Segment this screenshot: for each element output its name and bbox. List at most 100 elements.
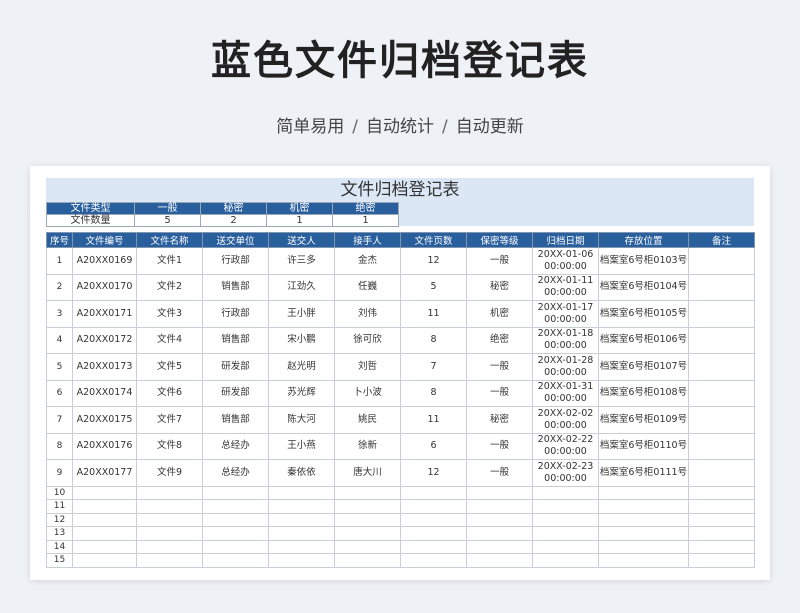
- table-cell[interactable]: [400, 526, 467, 541]
- table-cell[interactable]: 王小燕: [268, 432, 335, 460]
- column-header[interactable]: 文件编号: [72, 232, 137, 248]
- table-cell[interactable]: [400, 485, 467, 500]
- table-cell[interactable]: [202, 499, 269, 514]
- table-cell[interactable]: 7: [46, 406, 73, 434]
- table-cell[interactable]: 8: [400, 326, 467, 354]
- table-cell[interactable]: A20XX0175: [72, 406, 137, 434]
- table-cell[interactable]: 一般: [466, 432, 533, 460]
- table-cell[interactable]: 文件6: [136, 379, 203, 407]
- summary-value-cell[interactable]: 1: [332, 214, 399, 227]
- table-cell[interactable]: [334, 539, 401, 554]
- table-cell[interactable]: 宋小鹏: [268, 326, 335, 354]
- table-cell[interactable]: 文件5: [136, 353, 203, 381]
- table-cell[interactable]: 研发部: [202, 353, 269, 381]
- table-cell[interactable]: [688, 300, 755, 328]
- table-cell[interactable]: [136, 539, 203, 554]
- table-cell[interactable]: [136, 553, 203, 568]
- table-cell[interactable]: 20XX-01-11 00:00:00: [532, 273, 599, 301]
- table-cell[interactable]: [532, 539, 599, 554]
- table-cell[interactable]: [598, 526, 689, 541]
- table-cell[interactable]: [268, 526, 335, 541]
- table-cell[interactable]: 13: [46, 526, 73, 541]
- table-cell[interactable]: 档案室6号柜0105号: [598, 300, 689, 328]
- table-cell[interactable]: [72, 512, 137, 527]
- table-cell[interactable]: [334, 526, 401, 541]
- table-cell[interactable]: 4: [46, 326, 73, 354]
- table-cell[interactable]: [136, 512, 203, 527]
- table-cell[interactable]: [688, 432, 755, 460]
- table-cell[interactable]: 12: [46, 512, 73, 527]
- table-cell[interactable]: [598, 499, 689, 514]
- table-cell[interactable]: [688, 512, 755, 527]
- table-cell[interactable]: 档案室6号柜0111号: [598, 459, 689, 487]
- table-cell[interactable]: A20XX0171: [72, 300, 137, 328]
- column-header[interactable]: 归档日期: [532, 232, 599, 248]
- table-cell[interactable]: 文件2: [136, 273, 203, 301]
- table-cell[interactable]: 文件4: [136, 326, 203, 354]
- table-cell[interactable]: [72, 499, 137, 514]
- table-cell[interactable]: [532, 512, 599, 527]
- table-cell[interactable]: 3: [46, 300, 73, 328]
- table-cell[interactable]: [202, 539, 269, 554]
- table-cell[interactable]: 行政部: [202, 300, 269, 328]
- table-cell[interactable]: 20XX-02-23 00:00:00: [532, 459, 599, 487]
- summary-header-cell[interactable]: 文件类型: [46, 202, 135, 215]
- table-cell[interactable]: 20XX-01-31 00:00:00: [532, 379, 599, 407]
- table-cell[interactable]: 销售部: [202, 273, 269, 301]
- table-cell[interactable]: [72, 539, 137, 554]
- table-cell[interactable]: 机密: [466, 300, 533, 328]
- table-cell[interactable]: [334, 499, 401, 514]
- table-cell[interactable]: 15: [46, 553, 73, 568]
- table-cell[interactable]: [466, 526, 533, 541]
- table-cell[interactable]: 研发部: [202, 379, 269, 407]
- table-cell[interactable]: 2: [46, 273, 73, 301]
- table-cell[interactable]: 20XX-01-17 00:00:00: [532, 300, 599, 328]
- table-cell[interactable]: 江劲久: [268, 273, 335, 301]
- sheet-title[interactable]: 文件归档登记表: [46, 178, 754, 202]
- table-cell[interactable]: [72, 526, 137, 541]
- table-cell[interactable]: 档案室6号柜0103号: [598, 247, 689, 275]
- table-cell[interactable]: 绝密: [466, 326, 533, 354]
- table-cell[interactable]: [136, 485, 203, 500]
- table-cell[interactable]: [688, 526, 755, 541]
- table-cell[interactable]: [466, 553, 533, 568]
- table-cell[interactable]: [72, 553, 137, 568]
- column-header[interactable]: 序号: [46, 232, 73, 248]
- summary-value-cell[interactable]: 1: [266, 214, 333, 227]
- column-header[interactable]: 存放位置: [598, 232, 689, 248]
- summary-header-cell[interactable]: 绝密: [332, 202, 399, 215]
- table-cell[interactable]: 一般: [466, 247, 533, 275]
- table-cell[interactable]: [400, 539, 467, 554]
- table-cell[interactable]: [400, 512, 467, 527]
- table-cell[interactable]: 11: [46, 499, 73, 514]
- table-cell[interactable]: 9: [46, 459, 73, 487]
- table-cell[interactable]: A20XX0176: [72, 432, 137, 460]
- table-cell[interactable]: 许三多: [268, 247, 335, 275]
- table-cell[interactable]: 5: [400, 273, 467, 301]
- table-cell[interactable]: [532, 499, 599, 514]
- table-cell[interactable]: 陈大河: [268, 406, 335, 434]
- table-cell[interactable]: [268, 485, 335, 500]
- table-cell[interactable]: [400, 553, 467, 568]
- table-cell[interactable]: 秘密: [466, 273, 533, 301]
- table-cell[interactable]: [136, 499, 203, 514]
- table-cell[interactable]: [202, 526, 269, 541]
- table-cell[interactable]: [466, 499, 533, 514]
- table-cell[interactable]: 秦依依: [268, 459, 335, 487]
- table-cell[interactable]: 任巍: [334, 273, 401, 301]
- table-cell[interactable]: 14: [46, 539, 73, 554]
- table-cell[interactable]: 刘哲: [334, 353, 401, 381]
- column-header[interactable]: 备注: [688, 232, 755, 248]
- table-cell[interactable]: A20XX0174: [72, 379, 137, 407]
- table-cell[interactable]: 8: [400, 379, 467, 407]
- table-cell[interactable]: [688, 499, 755, 514]
- table-cell[interactable]: 总经办: [202, 432, 269, 460]
- summary-value-cell[interactable]: 2: [200, 214, 267, 227]
- table-cell[interactable]: 徐新: [334, 432, 401, 460]
- table-cell[interactable]: 20XX-01-18 00:00:00: [532, 326, 599, 354]
- table-cell[interactable]: 20XX-01-06 00:00:00: [532, 247, 599, 275]
- table-cell[interactable]: [202, 553, 269, 568]
- table-cell[interactable]: 王小胖: [268, 300, 335, 328]
- table-cell[interactable]: [268, 512, 335, 527]
- table-cell[interactable]: 1: [46, 247, 73, 275]
